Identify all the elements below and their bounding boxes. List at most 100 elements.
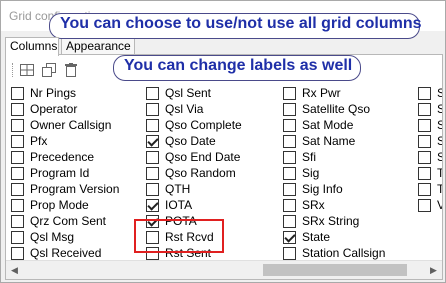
column-option[interactable]: Station Callsign — [283, 245, 385, 261]
column-option[interactable]: Operator — [11, 101, 119, 117]
checkbox[interactable] — [146, 86, 159, 100]
checkbox[interactable] — [11, 118, 24, 132]
checkbox[interactable] — [11, 86, 24, 100]
checkbox[interactable] — [283, 150, 296, 164]
column-option[interactable]: S — [418, 149, 442, 165]
column-option[interactable]: Satellite Qso — [283, 101, 385, 117]
column-option[interactable]: Qsl Received — [11, 245, 119, 261]
checkbox[interactable] — [418, 86, 431, 100]
column-option[interactable]: Prop Mode — [11, 197, 119, 213]
checkbox[interactable] — [11, 134, 24, 148]
column-option[interactable]: IOTA — [146, 197, 242, 213]
checkbox[interactable] — [11, 230, 24, 244]
column-option-label: Nr Pings — [30, 86, 77, 100]
copy-icon[interactable] — [40, 61, 58, 79]
tab-appearance[interactable]: Appearance — [61, 37, 135, 55]
scrollbar-thumb[interactable] — [263, 264, 407, 276]
column-option[interactable]: V — [418, 197, 442, 213]
toolbar-grip — [12, 63, 14, 77]
tab-columns[interactable]: Columns — [5, 37, 59, 56]
column-option[interactable]: S — [418, 117, 442, 133]
delete-icon[interactable] — [62, 61, 80, 79]
column-option-label: S — [437, 86, 442, 100]
column-option[interactable]: Qso Random — [146, 165, 242, 181]
column-option[interactable]: Sat Name — [283, 133, 385, 149]
checkbox[interactable] — [146, 118, 159, 132]
column-option[interactable]: Sat Mode — [283, 117, 385, 133]
checkbox[interactable] — [418, 166, 431, 180]
column-option[interactable]: Qsl Via — [146, 101, 242, 117]
column-option[interactable]: SRx — [283, 197, 385, 213]
checkbox[interactable] — [418, 198, 431, 212]
checkbox[interactable] — [283, 134, 296, 148]
checkbox[interactable] — [11, 182, 24, 196]
checkbox[interactable] — [11, 102, 24, 116]
column-option[interactable]: Qso Complete — [146, 117, 242, 133]
column-option[interactable]: Qrz Com Sent — [11, 213, 119, 229]
column-option-label: Qso Complete — [165, 118, 242, 132]
column-option[interactable]: Pfx — [11, 133, 119, 149]
column-option[interactable]: Rx Pwr — [283, 85, 385, 101]
checkbox[interactable] — [418, 118, 431, 132]
column-option-label: T — [437, 182, 442, 196]
checkbox[interactable] — [146, 182, 159, 196]
scroll-right-icon[interactable]: ▶ — [425, 261, 442, 279]
column-option-label: Qsl Sent — [165, 86, 212, 100]
column-option[interactable]: S — [418, 85, 442, 101]
column-option[interactable]: Qsl Msg — [11, 229, 119, 245]
checkbox[interactable] — [11, 214, 24, 228]
column-option-label: Precedence — [30, 150, 95, 164]
column-option[interactable]: Program Version — [11, 181, 119, 197]
column-option[interactable]: Qsl Sent — [146, 85, 242, 101]
column-option[interactable]: Sfi — [283, 149, 385, 165]
checkbox[interactable] — [146, 134, 159, 148]
column-option[interactable]: Sig Info — [283, 181, 385, 197]
horizontal-scrollbar[interactable]: ◀ ▶ — [6, 260, 442, 279]
checkbox[interactable] — [418, 102, 431, 116]
column-option[interactable]: Program Id — [11, 165, 119, 181]
column-option-label: V — [437, 198, 442, 212]
checkbox[interactable] — [11, 166, 24, 180]
checkbox[interactable] — [11, 150, 24, 164]
checkbox[interactable] — [283, 118, 296, 132]
checkbox[interactable] — [418, 134, 431, 148]
column-option[interactable]: QTH — [146, 181, 242, 197]
grid-layout-icon[interactable] — [18, 61, 36, 79]
checkbox[interactable] — [283, 230, 296, 244]
checkbox[interactable] — [11, 198, 24, 212]
checkbox[interactable] — [283, 198, 296, 212]
column-option-label: SRx — [302, 198, 325, 212]
column-checklist: Nr Pings Operator Owner Callsign Pfx Precede… — [6, 83, 442, 261]
checkbox[interactable] — [283, 182, 296, 196]
column-option[interactable]: S — [418, 133, 442, 149]
checkbox[interactable] — [418, 150, 431, 164]
checkbox[interactable] — [418, 182, 431, 196]
column-option-label: Qso End Date — [165, 150, 241, 164]
checkbox[interactable] — [283, 86, 296, 100]
column-option[interactable]: Precedence — [11, 149, 119, 165]
checkbox[interactable] — [146, 198, 159, 212]
grid-configuration-window: Grid configuration Columns Appearance Nr… — [0, 0, 446, 283]
column-option[interactable]: T — [418, 181, 442, 197]
column-option[interactable]: Qso End Date — [146, 149, 242, 165]
checkbox[interactable] — [283, 166, 296, 180]
checkbox[interactable] — [283, 102, 296, 116]
column-option[interactable]: S — [418, 101, 442, 117]
column-option[interactable]: Qso Date — [146, 133, 242, 149]
checkbox[interactable] — [146, 150, 159, 164]
column-option[interactable]: Owner Callsign — [11, 117, 119, 133]
checkbox[interactable] — [146, 102, 159, 116]
checkbox[interactable] — [283, 214, 296, 228]
column-option[interactable]: Nr Pings — [11, 85, 119, 101]
checkbox[interactable] — [146, 166, 159, 180]
columns-panel: Nr Pings Operator Owner Callsign Pfx Precede… — [5, 54, 443, 280]
column-option-label: Sat Mode — [302, 118, 354, 132]
column-option[interactable]: Sig — [283, 165, 385, 181]
scroll-left-icon[interactable]: ◀ — [6, 261, 23, 279]
column-option-label: Satellite Qso — [302, 102, 371, 116]
column-option[interactable]: SRx String — [283, 213, 385, 229]
checkbox[interactable] — [283, 246, 296, 260]
column-option[interactable]: T — [418, 165, 442, 181]
column-option[interactable]: State — [283, 229, 385, 245]
checkbox[interactable] — [11, 246, 24, 260]
